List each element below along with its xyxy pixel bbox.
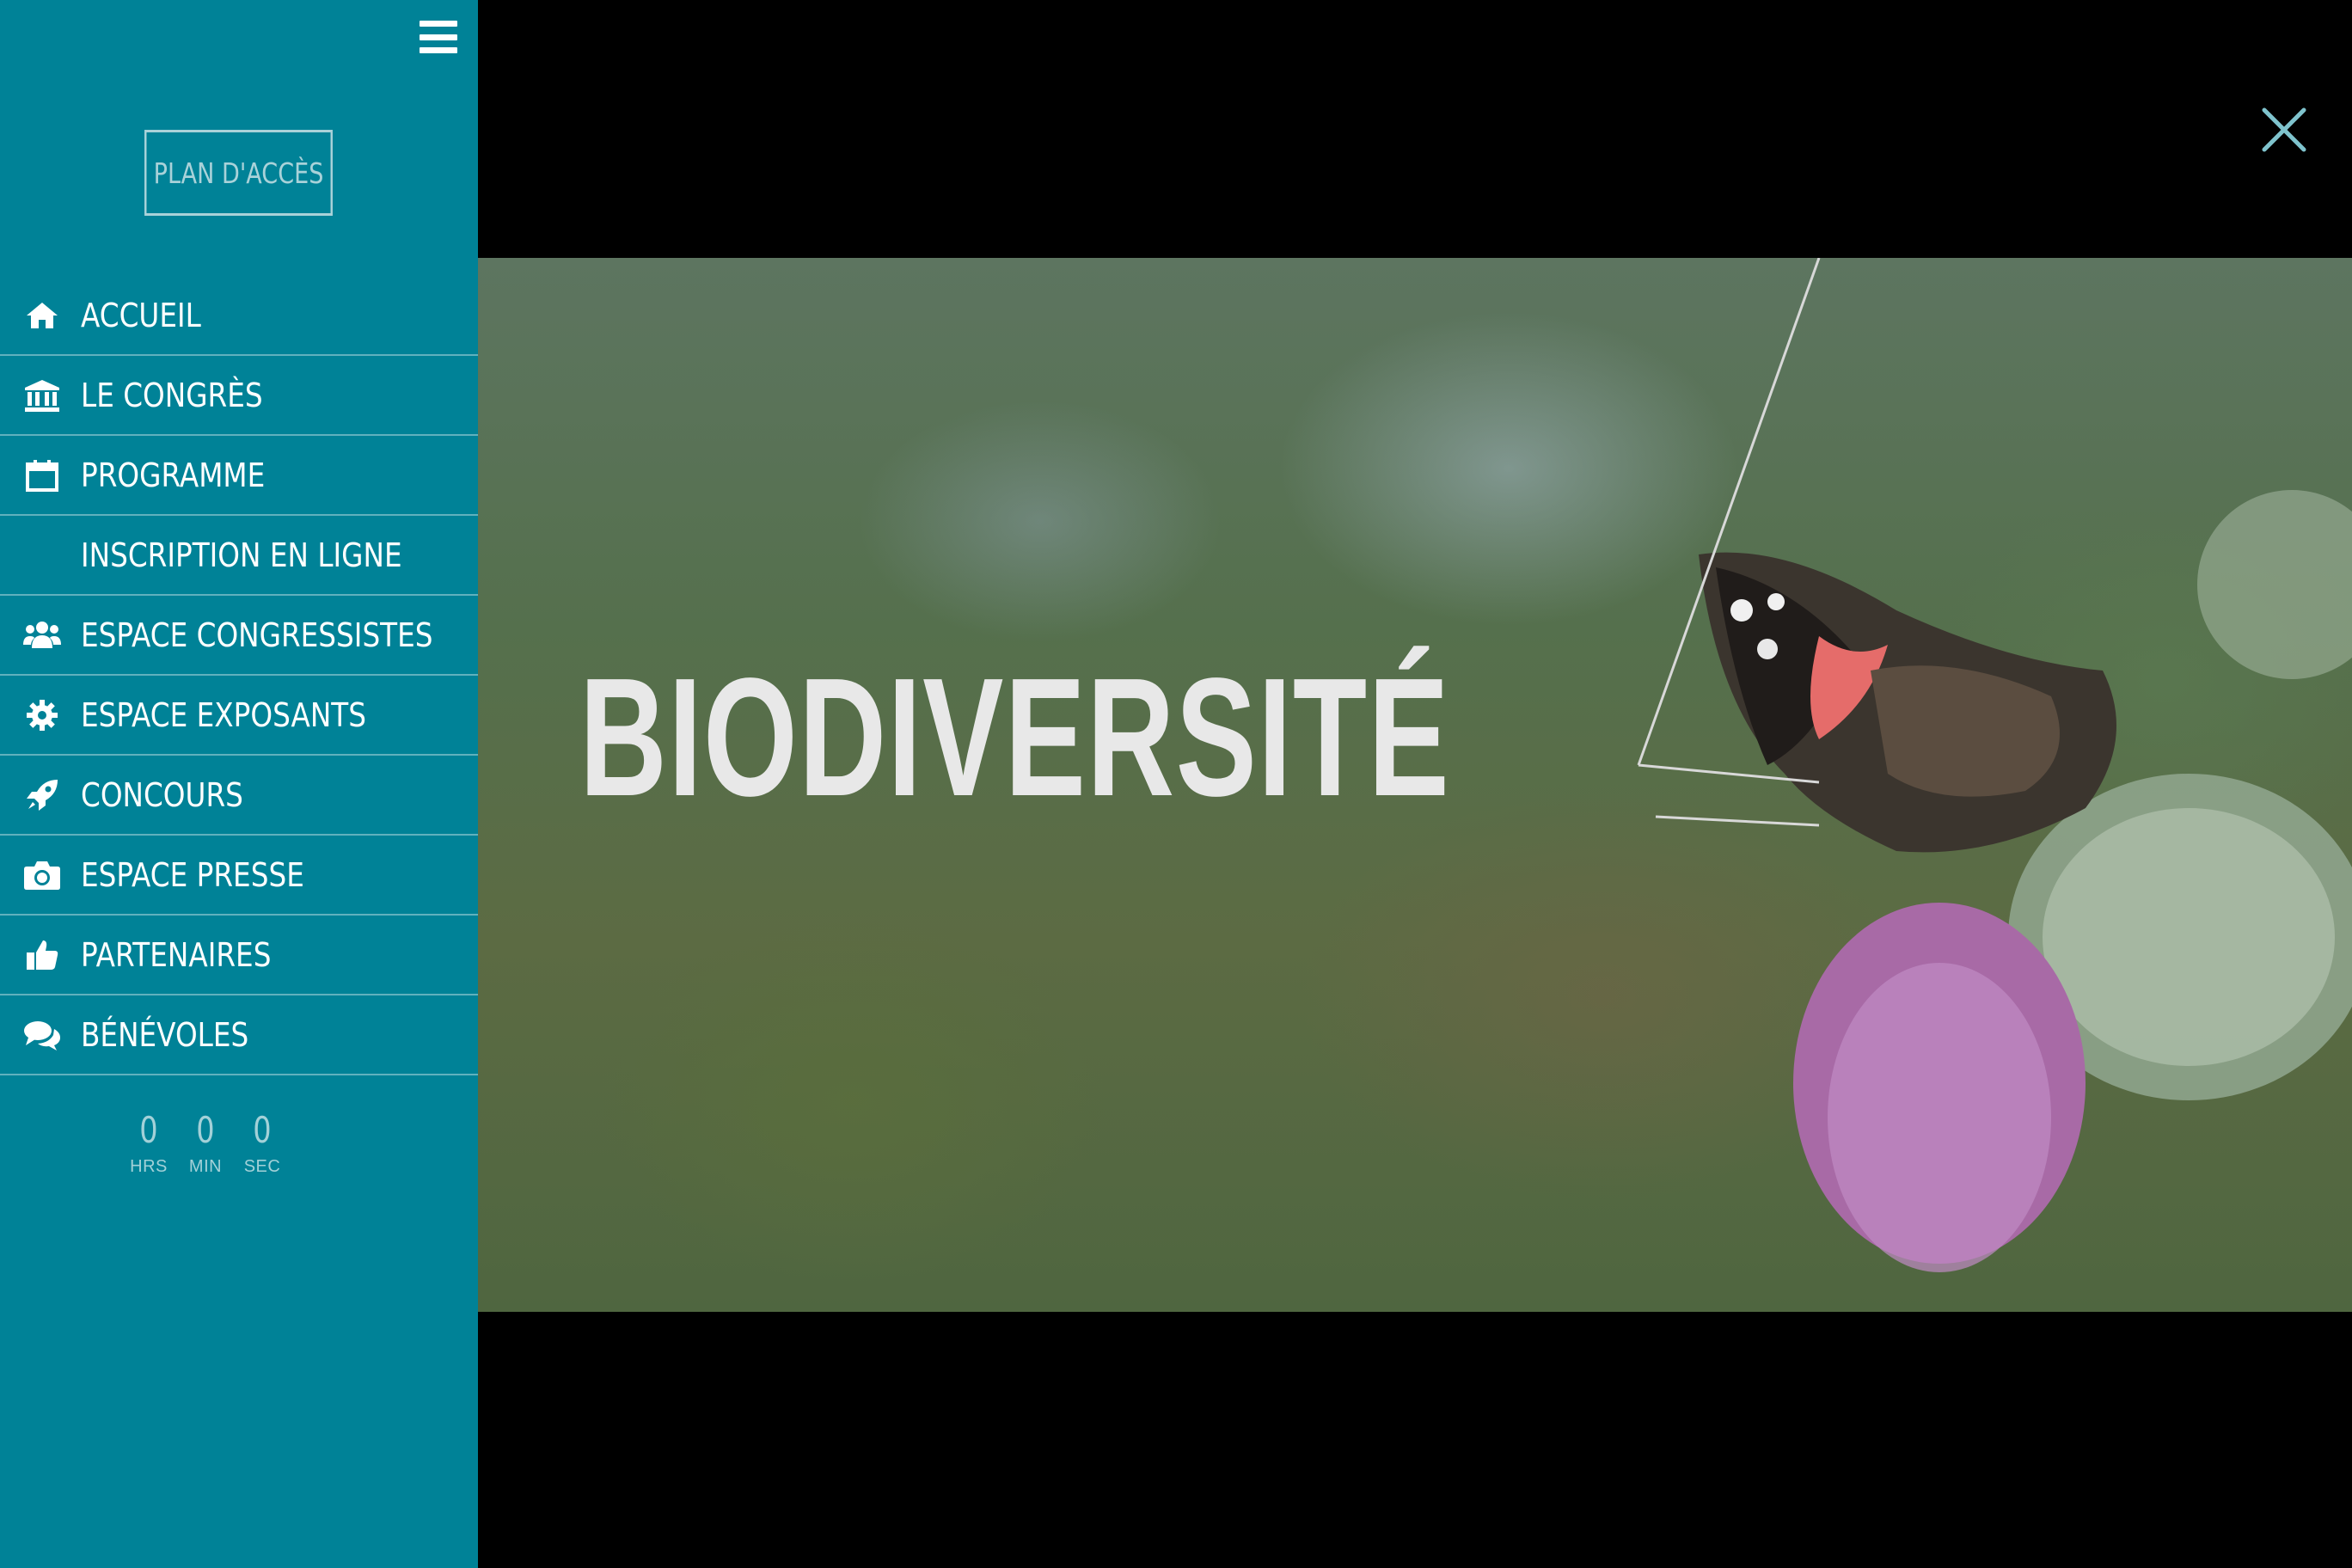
sidebar: PLAN D'ACCÈS ACCUEIL LE CONGRÈS PROGRAMM… <box>0 0 478 1568</box>
menu-item-espace-congressistes[interactable]: ESPACE CONGRESSISTES <box>0 596 478 676</box>
countdown-hours: 0 HRS <box>129 1109 168 1177</box>
menu-item-programme[interactable]: PROGRAMME <box>0 436 478 516</box>
main-menu: ACCUEIL LE CONGRÈS PROGRAMME INSCRIPTION… <box>0 276 478 1075</box>
menu-item-inscription-en-ligne[interactable]: INSCRIPTION EN LIGNE <box>0 516 478 596</box>
menu-item-accueil[interactable]: ACCUEIL <box>0 276 478 356</box>
thumbs-up-icon <box>22 938 62 972</box>
menu-item-espace-exposants[interactable]: ESPACE EXPOSANTS <box>0 676 478 756</box>
menu-label: INSCRIPTION EN LIGNE <box>81 536 402 574</box>
menu-label: BÉNÉVOLES <box>81 1015 249 1054</box>
calendar-icon <box>22 458 62 493</box>
home-icon <box>22 298 62 333</box>
menu-label: ESPACE CONGRESSISTES <box>81 616 433 654</box>
menu-label: PROGRAMME <box>81 456 266 494</box>
plan-acces-button[interactable]: PLAN D'ACCÈS <box>144 130 333 216</box>
close-icon[interactable] <box>2261 107 2307 153</box>
countdown-hours-label: HRS <box>130 1157 168 1176</box>
countdown-seconds: 0 SEC <box>242 1109 282 1177</box>
countdown-seconds-value: 0 <box>253 1109 272 1151</box>
menu-label: PARTENAIRES <box>81 935 272 974</box>
menu-item-benevoles[interactable]: BÉNÉVOLES <box>0 995 478 1075</box>
chat-icon <box>22 1018 62 1052</box>
countdown-timer: 0 HRS 0 MIN 0 SEC <box>129 1109 282 1177</box>
menu-label: ESPACE PRESSE <box>81 855 304 894</box>
hamburger-menu-icon[interactable] <box>420 21 457 53</box>
menu-label: ESPACE EXPOSANTS <box>81 695 366 734</box>
countdown-minutes-value: 0 <box>196 1109 215 1151</box>
countdown-hours-value: 0 <box>139 1109 158 1151</box>
rocket-icon <box>22 778 62 812</box>
video-title-text: BIODIVERSITÉ <box>579 643 1451 831</box>
menu-item-le-congres[interactable]: LE CONGRÈS <box>0 356 478 436</box>
institution-icon <box>22 378 62 413</box>
countdown-minutes: 0 MIN <box>186 1109 225 1177</box>
menu-label: LE CONGRÈS <box>81 376 263 414</box>
countdown-minutes-label: MIN <box>188 1157 223 1176</box>
menu-item-espace-presse[interactable]: ESPACE PRESSE <box>0 836 478 916</box>
menu-label: CONCOURS <box>81 775 243 814</box>
countdown-seconds-label: SEC <box>243 1157 281 1176</box>
menu-item-concours[interactable]: CONCOURS <box>0 756 478 836</box>
gear-icon <box>22 698 62 732</box>
menu-label: ACCUEIL <box>81 296 201 334</box>
menu-item-partenaires[interactable]: PARTENAIRES <box>0 916 478 995</box>
users-icon <box>22 618 62 652</box>
video-player[interactable]: BIODIVERSITÉ <box>478 258 2352 1312</box>
camera-icon <box>22 858 62 892</box>
